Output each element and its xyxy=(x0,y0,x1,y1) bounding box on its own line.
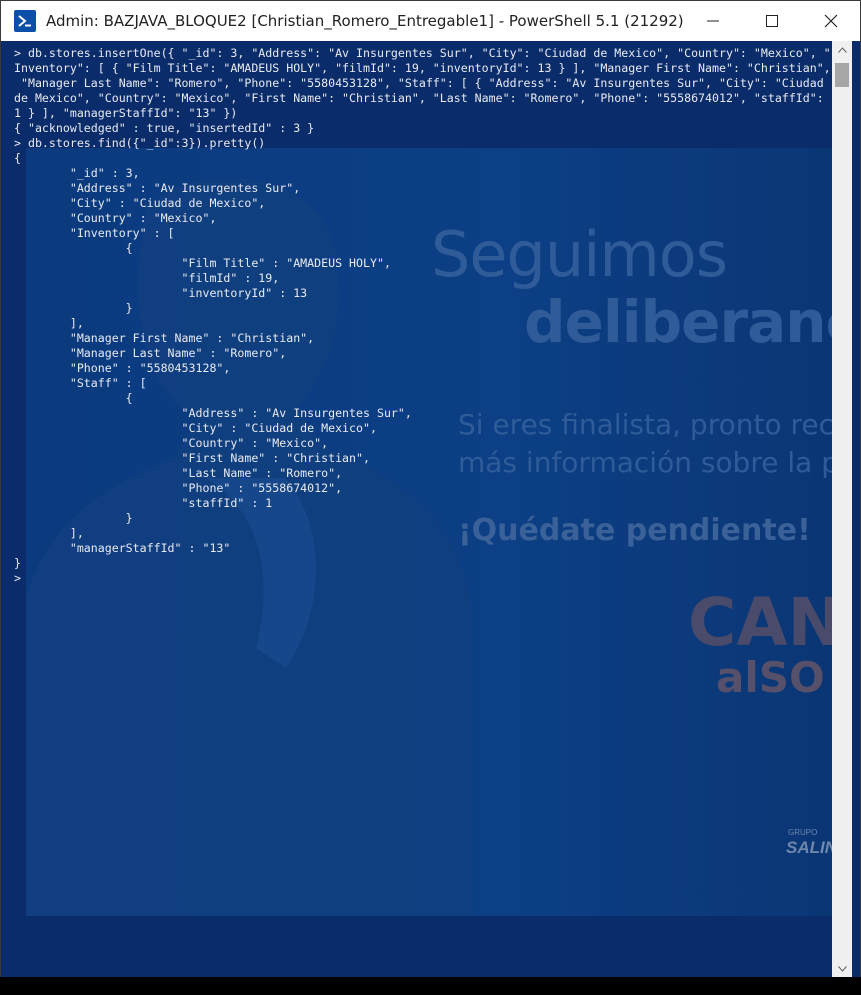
console-line: "Country" : "Mexico", xyxy=(14,211,217,225)
powershell-window: Admin: BAZJAVA_BLOQUE2 [Christian_Romero… xyxy=(0,0,861,995)
console-line: "Address" : "Av Insurgentes Sur", xyxy=(14,181,301,195)
console-line: { xyxy=(14,241,133,255)
console-line: "Country" : "Mexico", xyxy=(14,436,329,450)
window-edge xyxy=(852,41,860,978)
console-line: "filmId" : 19, xyxy=(14,271,280,285)
console-line: ], xyxy=(14,526,84,540)
console-line: "Manager Last Name" : "Romero", xyxy=(14,346,287,360)
powershell-icon xyxy=(14,10,36,32)
console-line: "Phone" : "5580453128", xyxy=(14,361,231,375)
desktop-background xyxy=(0,977,861,995)
console-line: ], xyxy=(14,316,84,330)
scroll-thumb[interactable] xyxy=(835,63,849,87)
maximize-button[interactable] xyxy=(742,1,801,41)
console-line: "Staff" : [ xyxy=(14,376,147,390)
console-line: } xyxy=(14,511,133,525)
brand-logo: SALINAS xyxy=(786,838,832,857)
maximize-icon xyxy=(765,15,778,27)
console-line: "inventoryId" : 13 xyxy=(14,286,308,300)
console-line: "Phone" : "5558674012", xyxy=(14,481,343,495)
console-line: de Mexico", "Country": "Mexico", "First … xyxy=(14,91,824,105)
scroll-up-button[interactable] xyxy=(832,41,852,59)
console-line: > xyxy=(14,571,21,585)
scroll-down-button[interactable] xyxy=(832,960,852,978)
console-line: { "acknowledged" : true, "insertedId" : … xyxy=(14,121,315,135)
console-line: Inventory": [ { "Film Title": "AMADEUS H… xyxy=(14,61,831,75)
close-button[interactable] xyxy=(801,1,860,41)
console-line: > db.stores.insertOne({ "_id": 3, "Addre… xyxy=(14,46,831,60)
minimize-icon xyxy=(706,20,719,22)
window-title: Admin: BAZJAVA_BLOQUE2 [Christian_Romero… xyxy=(46,12,684,30)
console-line: "Film Title" : "AMADEUS HOLY", xyxy=(14,256,391,270)
console-line: { xyxy=(14,391,133,405)
console-line: "Inventory" : [ xyxy=(14,226,175,240)
chevron-up-icon xyxy=(837,47,847,53)
close-icon xyxy=(824,14,837,28)
console-output[interactable]: > db.stores.insertOne({ "_id": 3, "Addre… xyxy=(14,46,831,586)
console-line: "Manager Last Name": "Romero", "Phone": … xyxy=(14,76,824,90)
console-line: "City" : "Ciudad de Mexico", xyxy=(14,421,377,435)
minimize-button[interactable] xyxy=(683,1,742,41)
console-line: 1 } ], "managerStaffId": "13" }) xyxy=(14,106,238,120)
console-line: "Last Name" : "Romero", xyxy=(14,466,343,480)
show-logo-subtitle: alSO xyxy=(716,653,825,702)
console-line: { xyxy=(14,151,21,165)
show-logo: CAN xyxy=(688,584,832,661)
console-line: } xyxy=(14,301,133,315)
console-line: "Manager First Name" : "Christian", xyxy=(14,331,315,345)
console-line: "City" : "Ciudad de Mexico", xyxy=(14,196,266,210)
chevron-down-icon xyxy=(837,966,847,972)
brand-prefix: GRUPO xyxy=(788,828,818,837)
console-line: "First Name" : "Christian", xyxy=(14,451,370,465)
console-line: "managerStaffId" : "13" xyxy=(14,541,231,555)
console-line: "Address" : "Av Insurgentes Sur", xyxy=(14,406,412,420)
vertical-scrollbar[interactable] xyxy=(832,41,852,978)
console-line: > db.stores.find({"_id":3}).pretty() xyxy=(14,136,266,150)
console-line: } xyxy=(14,556,21,570)
terminal-area[interactable]: Seguimos deliberanc Si eres finalista, p… xyxy=(1,41,832,978)
console-line: "_id" : 3, xyxy=(14,166,140,180)
console-line: "staffId" : 1 xyxy=(14,496,273,510)
title-bar[interactable]: Admin: BAZJAVA_BLOQUE2 [Christian_Romero… xyxy=(1,1,860,41)
